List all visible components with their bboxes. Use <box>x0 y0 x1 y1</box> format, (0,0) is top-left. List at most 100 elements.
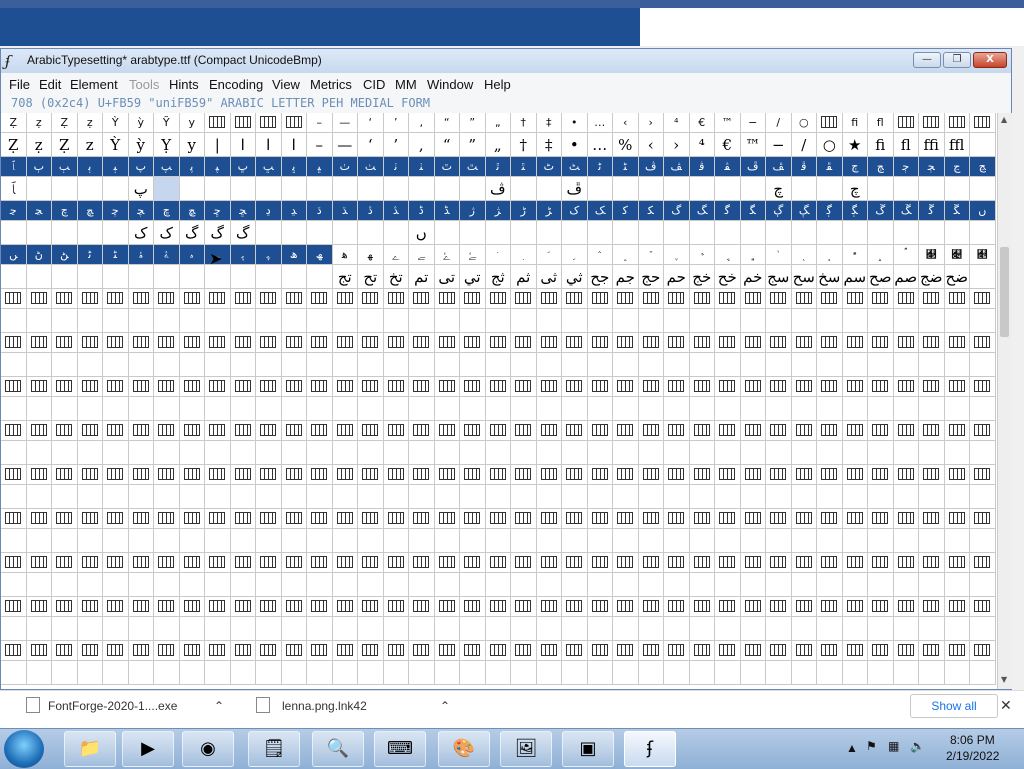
glyph-label-cell[interactable] <box>740 465 766 485</box>
glyph-label-cell[interactable] <box>409 377 435 397</box>
glyph-label-cell[interactable]: ﭚ <box>230 157 256 177</box>
glyph-cell[interactable] <box>128 529 154 553</box>
glyph-cell[interactable] <box>52 265 78 289</box>
glyph-cell[interactable] <box>128 485 154 509</box>
glyph-cell[interactable] <box>842 573 868 597</box>
glyph-cell[interactable] <box>511 485 537 509</box>
glyph-cell[interactable] <box>842 441 868 465</box>
glyph-cell[interactable]: حج <box>638 265 664 289</box>
glyph-cell[interactable] <box>536 617 562 641</box>
glyph-cell[interactable] <box>562 353 588 377</box>
glyph-cell[interactable] <box>511 441 537 465</box>
glyph-cell[interactable] <box>587 397 613 421</box>
glyph-label-cell[interactable]: ﮃ <box>281 201 307 221</box>
glyph-cell[interactable] <box>919 397 945 421</box>
glyph-cell[interactable] <box>1 221 27 245</box>
glyph-cell[interactable] <box>26 661 52 685</box>
glyph-label-cell[interactable]: ﭓ <box>52 157 78 177</box>
glyph-label-cell[interactable]: ﮼ <box>740 245 766 265</box>
glyph-label-cell[interactable] <box>26 421 52 441</box>
glyph-cell[interactable]: ⁴ <box>689 133 715 157</box>
glyph-label-cell[interactable]: ﮰ <box>434 245 460 265</box>
glyph-label-cell[interactable] <box>970 113 996 133</box>
glyph-label-cell[interactable]: Ỹ <box>154 113 180 133</box>
glyph-label-cell[interactable] <box>664 377 690 397</box>
glyph-label-cell[interactable]: ﮺ <box>689 245 715 265</box>
glyph-label-cell[interactable] <box>52 597 78 617</box>
glyph-label-cell[interactable] <box>536 333 562 353</box>
glyph-label-cell[interactable]: ﮎ <box>562 201 588 221</box>
glyph-label-cell[interactable] <box>281 553 307 573</box>
glyph-cell[interactable] <box>536 309 562 333</box>
glyph-label-cell[interactable]: ﭙ <box>205 157 231 177</box>
glyph-cell[interactable] <box>944 529 970 553</box>
glyph-label-cell[interactable] <box>26 289 52 309</box>
glyph-label-cell[interactable]: ﮋ <box>485 201 511 221</box>
download-bar-close-button[interactable]: ✕ <box>1000 697 1012 714</box>
glyph-label-cell[interactable] <box>511 465 537 485</box>
glyph-cell[interactable] <box>77 221 103 245</box>
glyph-cell[interactable] <box>970 529 996 553</box>
glyph-label-cell[interactable] <box>307 333 333 353</box>
glyph-label-cell[interactable] <box>766 377 792 397</box>
glyph-cell[interactable] <box>77 485 103 509</box>
glyph-label-cell[interactable] <box>689 421 715 441</box>
glyph-cell[interactable]: ثم <box>511 265 537 289</box>
glyph-label-cell[interactable] <box>715 333 741 353</box>
glyph-label-cell[interactable]: ﮦ <box>179 245 205 265</box>
glyph-cell[interactable] <box>383 441 409 465</box>
glyph-label-cell[interactable]: ﮪ <box>281 245 307 265</box>
glyph-label-cell[interactable]: ﯄ <box>944 245 970 265</box>
glyph-label-cell[interactable] <box>613 641 639 661</box>
glyph-label-cell[interactable] <box>256 289 282 309</box>
glyph-label-cell[interactable] <box>689 333 715 353</box>
glyph-label-cell[interactable]: ﮜ <box>919 201 945 221</box>
glyph-cell[interactable] <box>52 397 78 421</box>
glyph-cell[interactable] <box>919 221 945 245</box>
glyph-cell[interactable] <box>52 221 78 245</box>
glyph-cell[interactable] <box>26 177 52 201</box>
glyph-cell[interactable] <box>970 485 996 509</box>
glyph-label-cell[interactable]: ﭭ <box>715 157 741 177</box>
glyph-label-cell[interactable] <box>970 465 996 485</box>
glyph-label-cell[interactable] <box>868 509 894 529</box>
glyph-cell[interactable] <box>26 485 52 509</box>
glyph-cell[interactable] <box>613 177 639 201</box>
glyph-label-cell[interactable]: ﮈ <box>409 201 435 221</box>
tray-expand-icon[interactable]: ▲ <box>846 741 858 755</box>
glyph-cell[interactable] <box>103 573 129 597</box>
glyph-cell[interactable] <box>205 309 231 333</box>
glyph-cell[interactable] <box>128 617 154 641</box>
glyph-label-cell[interactable] <box>868 377 894 397</box>
glyph-label-cell[interactable] <box>307 465 333 485</box>
glyph-label-cell[interactable] <box>664 597 690 617</box>
glyph-cell[interactable] <box>587 661 613 685</box>
glyph-label-cell[interactable] <box>128 553 154 573</box>
glyph-cell[interactable] <box>230 177 256 201</box>
glyph-label-cell[interactable] <box>715 377 741 397</box>
glyph-cell[interactable] <box>434 177 460 201</box>
glyph-label-cell[interactable] <box>77 641 103 661</box>
glyph-label-cell[interactable] <box>332 465 358 485</box>
glyph-cell[interactable] <box>817 221 843 245</box>
glyph-cell[interactable] <box>689 661 715 685</box>
glyph-cell[interactable] <box>128 265 154 289</box>
glyph-cell[interactable] <box>970 177 996 201</box>
glyph-cell[interactable] <box>715 661 741 685</box>
glyph-cell[interactable] <box>460 221 486 245</box>
glyph-label-cell[interactable] <box>587 289 613 309</box>
glyph-label-cell[interactable]: ﮏ <box>587 201 613 221</box>
glyph-cell[interactable] <box>77 529 103 553</box>
download-item-lenna[interactable]: lenna.png.lnk42 <box>282 699 367 713</box>
glyph-cell[interactable] <box>944 353 970 377</box>
glyph-cell[interactable]: ﬂ <box>893 133 919 157</box>
glyph-cell[interactable] <box>434 221 460 245</box>
glyph-cell[interactable] <box>409 485 435 509</box>
glyph-cell[interactable] <box>740 309 766 333</box>
glyph-cell[interactable]: ﬁ <box>868 133 894 157</box>
glyph-cell[interactable] <box>281 353 307 377</box>
glyph-label-cell[interactable] <box>664 553 690 573</box>
glyph-cell[interactable] <box>103 441 129 465</box>
glyph-cell[interactable] <box>179 397 205 421</box>
glyph-label-cell[interactable] <box>715 421 741 441</box>
